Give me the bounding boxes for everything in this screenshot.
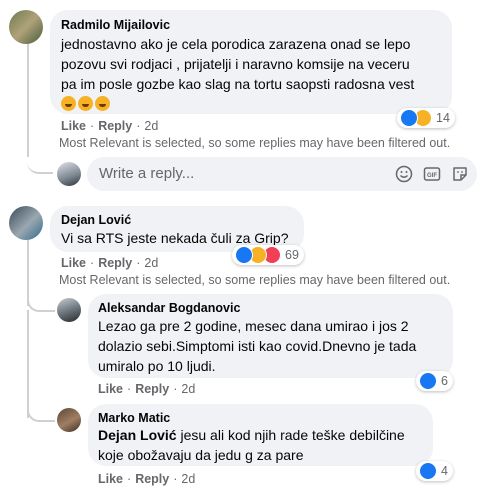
reply-link[interactable]: Reply [98,256,132,270]
reply-text: Dejan Lović jesu ali kod njih rade teške… [98,427,405,463]
reaction-summary[interactable]: 6 [416,371,453,391]
filter-note: Most Relevant is selected, so some repli… [59,136,451,150]
gif-icon[interactable]: GIF [423,165,441,183]
mention-link[interactable]: Dejan Lović [98,427,177,443]
avatar[interactable] [9,206,43,240]
sticker-icon[interactable] [451,165,469,183]
like-link[interactable]: Like [98,382,123,396]
reply-link[interactable]: Reply [135,382,169,396]
thread-elbow [27,140,53,174]
like-reaction-icon [235,246,253,264]
avatar[interactable] [57,408,81,432]
laughing-emoji-row [61,94,449,114]
reply-input[interactable]: Write a reply... GIF [87,157,477,191]
avatar[interactable] [9,10,43,44]
like-link[interactable]: Like [61,256,86,270]
avatar[interactable] [57,298,81,322]
comment-actions: Like · Reply · 2d [61,119,159,133]
reply-author[interactable]: Aleksandar Bogdanovic [98,301,240,315]
timestamp[interactable]: 2d [144,256,158,270]
reaction-summary[interactable]: 69 [232,245,304,265]
reply-author[interactable]: Marko Matic [98,411,170,425]
current-user-avatar[interactable] [57,162,81,186]
comment-author[interactable]: Dejan Lović [61,213,131,227]
like-reaction-icon [419,462,437,480]
laughing-emoji-icon [61,96,76,111]
comment-text: jednostavno ako je cela porodica zarazen… [61,34,449,114]
reaction-summary[interactable]: 14 [397,108,455,128]
thread-elbow [27,280,55,312]
like-reaction-icon [419,372,437,390]
reply-actions: Like · Reply · 2d [98,472,196,486]
comment-actions: Like · Reply · 2d [61,256,159,270]
like-link[interactable]: Like [98,472,123,486]
reply-link[interactable]: Reply [135,472,169,486]
reply-text: Lezao ga pre 2 godine, mesec dana umirao… [98,318,417,374]
like-reaction-icon [400,109,418,127]
reply-placeholder: Write a reply... [99,165,195,182]
timestamp[interactable]: 2d [181,382,195,396]
reply-actions: Like · Reply · 2d [98,382,196,396]
timestamp[interactable]: 2d [144,119,158,133]
smiley-icon[interactable] [395,165,413,183]
laughing-emoji-icon [78,96,93,111]
timestamp[interactable]: 2d [181,472,195,486]
like-link[interactable]: Like [61,119,86,133]
reply-link[interactable]: Reply [98,119,132,133]
comment-author[interactable]: Radmilo Mijailovic [61,18,170,32]
thread-elbow [27,398,55,422]
filter-note: Most Relevant is selected, so some repli… [59,273,451,287]
laughing-emoji-icon [95,96,110,111]
svg-text:GIF: GIF [427,173,437,179]
reaction-summary[interactable]: 4 [416,461,453,481]
